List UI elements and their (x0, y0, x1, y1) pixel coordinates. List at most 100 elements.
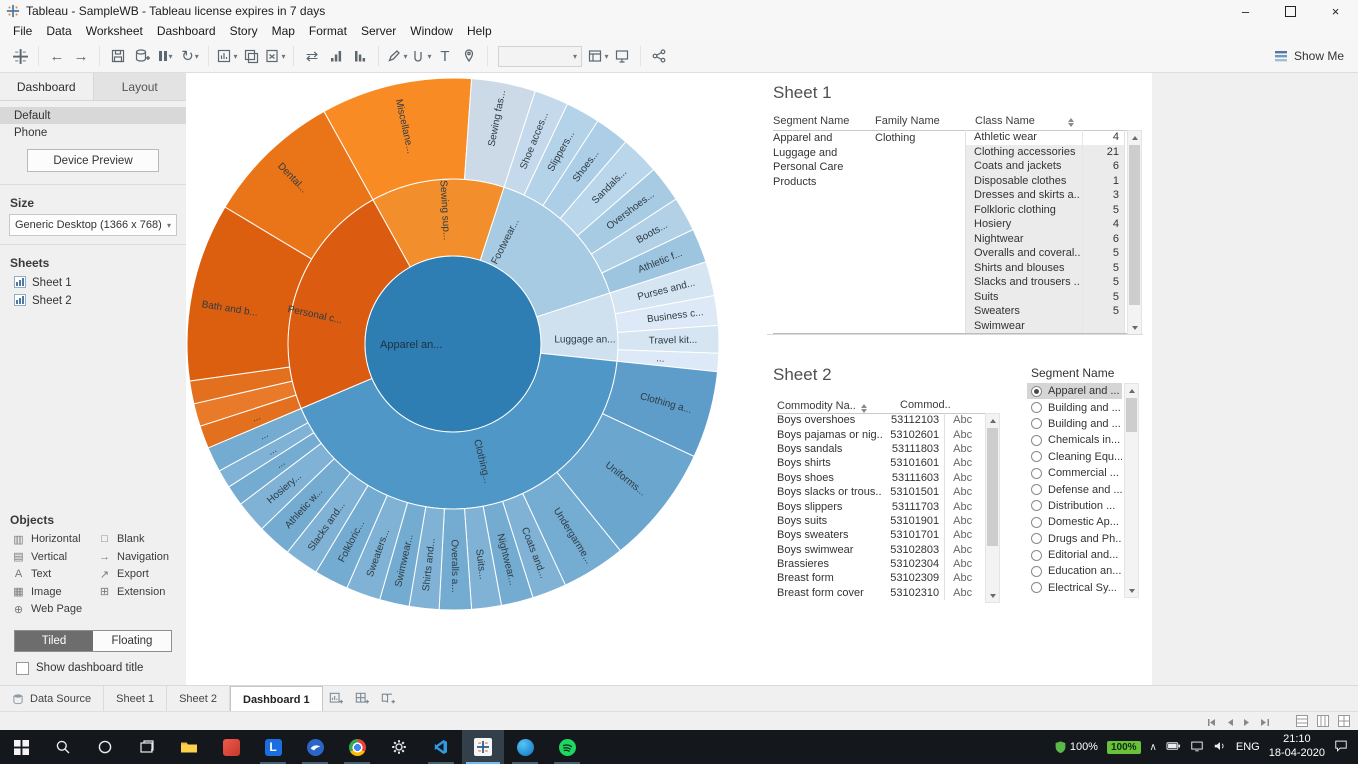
pause-auto-updates-icon[interactable]: ▾ (154, 44, 178, 68)
tab-layout[interactable]: Layout (92, 73, 186, 100)
scroll-up-button[interactable] (1128, 131, 1141, 144)
redo-icon[interactable]: → (69, 44, 93, 68)
action-center-icon[interactable] (1334, 739, 1348, 755)
table-row[interactable]: Athletic wear 4 (966, 130, 1124, 145)
sort-descending-icon[interactable] (348, 44, 372, 68)
radio-icon[interactable] (1031, 451, 1042, 463)
object-blank[interactable]: □ Blank (98, 531, 186, 549)
table-row[interactable]: Clothing accessories 21 (966, 144, 1124, 159)
scroll-thumb[interactable] (1126, 398, 1137, 432)
filter-option[interactable]: Building and ... (1027, 416, 1122, 432)
menu-map[interactable]: Map (265, 22, 302, 40)
sort-icon[interactable] (1068, 118, 1074, 127)
radio-icon[interactable] (1031, 402, 1042, 414)
filter-option[interactable]: Education an... (1027, 563, 1122, 579)
table-row[interactable]: Boys suits 53101901 Abc (765, 513, 985, 529)
table-row[interactable]: Boys swimwear 53102803 Abc (765, 542, 985, 557)
battery-icon[interactable] (1166, 740, 1181, 755)
scroll-up-button[interactable] (1125, 384, 1138, 397)
new-data-source-icon[interactable] (130, 44, 154, 68)
menu-help[interactable]: Help (460, 22, 499, 40)
table-row[interactable]: Breast form cover 53102310 Abc (765, 585, 985, 601)
radio-icon[interactable] (1031, 484, 1042, 496)
object-extension[interactable]: ⊞ Extension (98, 583, 186, 601)
save-icon[interactable] (106, 44, 130, 68)
device-item-default[interactable]: Default (0, 107, 186, 124)
fit-dropdown[interactable]: ▾ (498, 45, 582, 67)
sheet1-scrollbar[interactable] (1127, 130, 1142, 335)
show-mark-labels-icon[interactable]: T (433, 44, 457, 68)
table-row[interactable]: Boys slacks or trous.. 53101501 Abc (765, 484, 985, 500)
line-app-button[interactable]: L (252, 730, 294, 764)
sort-ascending-icon[interactable] (324, 44, 348, 68)
battery-percent-badge[interactable]: 100% (1106, 740, 1141, 754)
radio-icon[interactable] (1031, 434, 1042, 446)
filter-option[interactable]: Electrical Sy... (1027, 580, 1122, 596)
column-header-family[interactable]: Family Name (875, 115, 965, 130)
filter-option[interactable]: Apparel and ... (1027, 383, 1122, 400)
sheet2-scrollbar[interactable] (985, 413, 1000, 603)
table-row[interactable]: Boys slippers 53111703 Abc (765, 499, 985, 514)
menu-format[interactable]: Format (302, 22, 354, 40)
store-app-button[interactable] (210, 730, 252, 764)
table-row[interactable]: Overalls and coveral.. 5 (966, 246, 1124, 261)
tab-sheet-1[interactable]: Sheet 1 (104, 686, 168, 712)
radio-icon[interactable] (1031, 533, 1042, 545)
filter-option[interactable]: Cleaning Equ... (1027, 449, 1122, 465)
radio-icon[interactable] (1031, 500, 1042, 512)
chrome-button[interactable] (336, 730, 378, 764)
new-story-button[interactable] (375, 686, 401, 712)
tab-dashboard-1[interactable]: Dashboard 1 (230, 686, 323, 712)
tab-sheet-2[interactable]: Sheet 2 (167, 686, 230, 712)
menu-story[interactable]: Story (223, 22, 265, 40)
table-row[interactable]: Brassieres 53102304 Abc (765, 556, 985, 572)
table-row[interactable]: Shirts and blouses 5 (966, 260, 1124, 275)
table-row[interactable]: Boys shoes 53111603 Abc (765, 470, 985, 485)
undo-icon[interactable]: ← (45, 44, 69, 68)
table-row[interactable]: Boys pajamas or nig.. 53102601 Abc (765, 427, 985, 442)
cortana-button[interactable] (84, 730, 126, 764)
table-row[interactable]: Suits 5 (966, 289, 1124, 304)
thunderbird-button[interactable] (294, 730, 336, 764)
filter-option[interactable]: Domestic Ap... (1027, 514, 1122, 530)
radio-icon[interactable] (1031, 385, 1042, 397)
tableau-logo-icon[interactable] (8, 44, 32, 68)
scroll-up-button[interactable] (986, 414, 999, 427)
clear-sheet-icon[interactable]: ▾ (263, 44, 287, 68)
device-preview-button[interactable]: Device Preview (27, 149, 159, 172)
table-row[interactable]: Boys overshoes 53112103 Abc (765, 413, 985, 428)
settings-button[interactable] (378, 730, 420, 764)
close-button[interactable]: × (1313, 0, 1358, 22)
object-navigation[interactable]: → Navigation (98, 548, 186, 566)
filter-option[interactable]: Chemicals in... (1027, 432, 1122, 448)
spotify-button[interactable] (546, 730, 588, 764)
menu-dashboard[interactable]: Dashboard (150, 22, 223, 40)
column-header-commodity[interactable]: Commodity Na.. (777, 399, 900, 413)
column-header-segment[interactable]: Segment Name (773, 115, 875, 130)
menu-server[interactable]: Server (354, 22, 403, 40)
group-members-icon[interactable]: ▾ (409, 44, 433, 68)
table-row[interactable]: Boys sandals 53111803 Abc (765, 441, 985, 457)
tableau-taskbar-button[interactable] (462, 730, 504, 764)
object-horizontal[interactable]: ▥ Horizontal (12, 531, 98, 549)
table-row[interactable]: Sweaters 5 (966, 304, 1124, 319)
maximize-button[interactable] (1268, 0, 1313, 22)
table-row[interactable]: Dresses and skirts a.. 3 (966, 188, 1124, 203)
task-view-button[interactable] (126, 730, 168, 764)
tiled-button[interactable]: Tiled (15, 631, 93, 651)
clock[interactable]: 21:10 18-04-2020 (1269, 733, 1325, 761)
show-hide-cards-icon[interactable]: ▾ (586, 44, 610, 68)
sidebar-sheet-sheet-1[interactable]: Sheet 1 (0, 274, 186, 292)
menu-file[interactable]: File (6, 22, 39, 40)
filter-option[interactable]: Distribution ... (1027, 498, 1122, 514)
object-text[interactable]: A Text (12, 566, 98, 584)
search-button[interactable] (42, 730, 84, 764)
swap-rows-columns-icon[interactable]: ⇄ (300, 44, 324, 68)
start-button[interactable] (0, 730, 42, 764)
scroll-thumb[interactable] (1129, 145, 1140, 305)
table-row[interactable]: Nightwear 6 (966, 231, 1124, 246)
menu-data[interactable]: Data (39, 22, 78, 40)
radio-icon[interactable] (1031, 418, 1042, 430)
size-dropdown[interactable]: Generic Desktop (1366 x 768) ▾ (9, 214, 177, 236)
volume-icon[interactable] (1213, 740, 1227, 755)
